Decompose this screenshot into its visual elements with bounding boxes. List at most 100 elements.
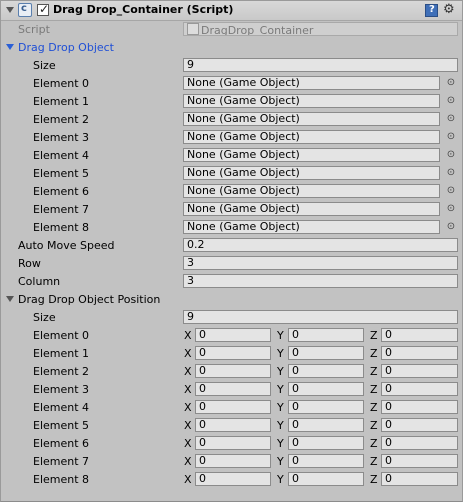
object-field[interactable]: None (Game Object) (183, 202, 440, 216)
y-axis-label: Y (277, 473, 284, 486)
x-input[interactable]: 0 (195, 364, 271, 378)
z-input[interactable]: 0 (381, 364, 458, 378)
y-input[interactable]: 0 (288, 328, 364, 342)
auto-move-speed-input[interactable]: 0.2 (183, 238, 458, 252)
object-element-row: Element 4 None (Game Object) ⊙ (0, 147, 463, 165)
position-element-row: Element 1X0Y0Z0 (0, 345, 463, 363)
foldout-arrow-icon[interactable] (6, 44, 14, 50)
object-picker-icon[interactable]: ⊙ (445, 131, 457, 143)
object-element-row: Element 7 None (Game Object) ⊙ (0, 201, 463, 219)
object-picker-icon[interactable]: ⊙ (445, 221, 457, 233)
z-axis-label: Z (370, 383, 378, 396)
x-input[interactable]: 0 (195, 382, 271, 396)
element-label: Element 7 (33, 203, 90, 216)
help-book-icon[interactable]: ? (425, 4, 438, 17)
row-field-row: Row 3 (0, 255, 463, 273)
y-input[interactable]: 0 (288, 346, 364, 360)
y-input[interactable]: 0 (288, 418, 364, 432)
object-picker-icon[interactable]: ⊙ (445, 113, 457, 125)
z-axis-label: Z (370, 329, 378, 342)
object-field[interactable]: None (Game Object) (183, 184, 440, 198)
object-field[interactable]: None (Game Object) (183, 112, 440, 126)
x-axis-label: X (184, 473, 192, 486)
z-input[interactable]: 0 (381, 328, 458, 342)
x-input[interactable]: 0 (195, 436, 271, 450)
y-axis-label: Y (277, 419, 284, 432)
element-label: Element 4 (33, 401, 90, 414)
object-field[interactable]: None (Game Object) (183, 220, 440, 234)
element-label: Element 1 (33, 347, 90, 360)
y-input[interactable]: 0 (288, 472, 364, 486)
column-field-row: Column 3 (0, 273, 463, 291)
y-input[interactable]: 0 (288, 454, 364, 468)
z-input[interactable]: 0 (381, 346, 458, 360)
object-field[interactable]: None (Game Object) (183, 76, 440, 90)
script-value: DragDrop_Container (201, 24, 314, 36)
script-row: Script DragDrop_Container (0, 21, 463, 39)
object-picker-icon[interactable]: ⊙ (445, 167, 457, 179)
component-title: Drag Drop_Container (Script) (53, 3, 234, 16)
z-input[interactable]: 0 (381, 400, 458, 414)
object-element-row: Element 2 None (Game Object) ⊙ (0, 111, 463, 129)
enabled-checkbox[interactable]: ✓ (37, 2, 49, 16)
x-axis-label: X (184, 401, 192, 414)
object-field[interactable]: None (Game Object) (183, 166, 440, 180)
z-axis-label: Z (370, 419, 378, 432)
x-input[interactable]: 0 (195, 328, 271, 342)
size-input[interactable]: 9 (183, 310, 458, 324)
column-label: Column (18, 275, 61, 288)
component-foldout-arrow[interactable] (6, 7, 14, 13)
element-label: Element 3 (33, 131, 90, 144)
z-input[interactable]: 0 (381, 472, 458, 486)
component-header[interactable]: c ✓ Drag Drop_Container (Script) ? ⚙ (0, 0, 463, 21)
column-input[interactable]: 3 (183, 274, 458, 288)
size-input[interactable]: 9 (183, 58, 458, 72)
x-axis-label: X (184, 347, 192, 360)
position-element-row: Element 8X0Y0Z0 (0, 471, 463, 489)
object-field[interactable]: None (Game Object) (183, 148, 440, 162)
object-picker-icon[interactable]: ⊙ (445, 185, 457, 197)
y-axis-label: Y (277, 401, 284, 414)
y-input[interactable]: 0 (288, 382, 364, 396)
inspector-panel: c ✓ Drag Drop_Container (Script) ? ⚙ Scr… (0, 0, 463, 502)
x-input[interactable]: 0 (195, 454, 271, 468)
script-icon: c (18, 3, 32, 17)
object-picker-icon[interactable]: ⊙ (445, 203, 457, 215)
gear-icon[interactable]: ⚙ (443, 2, 459, 18)
position-element-row: Element 3X0Y0Z0 (0, 381, 463, 399)
z-input[interactable]: 0 (381, 436, 458, 450)
row-label: Row (18, 257, 41, 270)
y-input[interactable]: 0 (288, 364, 364, 378)
x-input[interactable]: 0 (195, 346, 271, 360)
object-picker-icon[interactable]: ⊙ (445, 149, 457, 161)
object-element-row: Element 1 None (Game Object) ⊙ (0, 93, 463, 111)
element-label: Element 7 (33, 455, 90, 468)
y-axis-label: Y (277, 365, 284, 378)
object-picker-icon[interactable]: ⊙ (445, 77, 457, 89)
x-input[interactable]: 0 (195, 418, 271, 432)
object-field[interactable]: None (Game Object) (183, 94, 440, 108)
x-input[interactable]: 0 (195, 472, 271, 486)
y-input[interactable]: 0 (288, 400, 364, 414)
object-element-row: Element 3 None (Game Object) ⊙ (0, 129, 463, 147)
position-element-row: Element 5X0Y0Z0 (0, 417, 463, 435)
row-input[interactable]: 3 (183, 256, 458, 270)
y-input[interactable]: 0 (288, 436, 364, 450)
element-label: Element 0 (33, 77, 90, 90)
z-input[interactable]: 0 (381, 418, 458, 432)
script-asset-icon (187, 23, 199, 35)
object-element-row: Element 6 None (Game Object) ⊙ (0, 183, 463, 201)
size-label: Size (33, 311, 56, 324)
y-axis-label: Y (277, 455, 284, 468)
foldout-arrow-icon[interactable] (6, 296, 14, 302)
object-picker-icon[interactable]: ⊙ (445, 95, 457, 107)
drag-drop-object-position-foldout[interactable]: Drag Drop Object Position (0, 291, 463, 309)
x-input[interactable]: 0 (195, 400, 271, 414)
z-input[interactable]: 0 (381, 382, 458, 396)
y-axis-label: Y (277, 329, 284, 342)
object-field[interactable]: None (Game Object) (183, 130, 440, 144)
script-field[interactable]: DragDrop_Container (183, 22, 458, 36)
y-axis-label: Y (277, 383, 284, 396)
z-input[interactable]: 0 (381, 454, 458, 468)
drag-drop-object-foldout[interactable]: Drag Drop Object (0, 39, 463, 57)
